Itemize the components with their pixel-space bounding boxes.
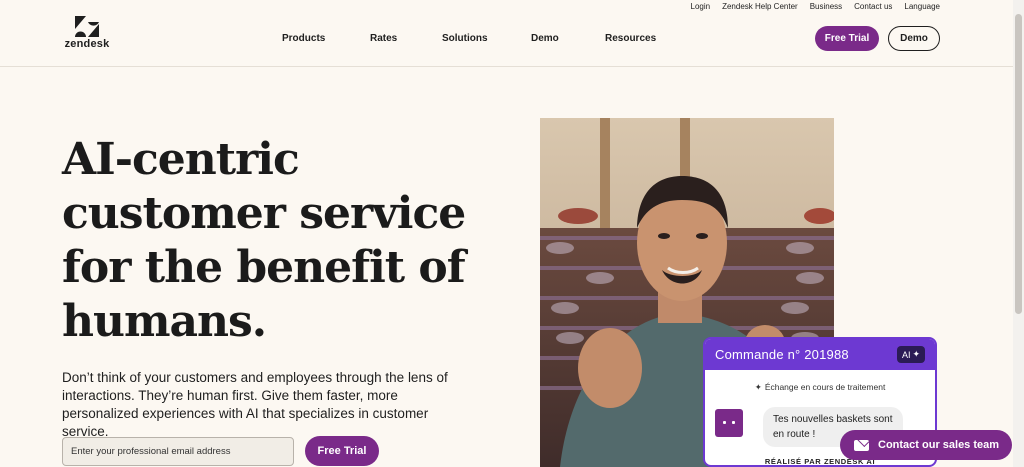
- sparkle-icon: ✦: [912, 349, 920, 359]
- contact-sales-button[interactable]: Contact our sales team: [840, 430, 1012, 460]
- chat-status-text: Échange en cours de traitement: [764, 382, 886, 392]
- mail-icon: [854, 439, 869, 451]
- business-link[interactable]: Business: [810, 2, 842, 11]
- header-divider: [0, 66, 1024, 67]
- hero-headline: AI-centric customer service for the bene…: [62, 133, 532, 349]
- chat-card-header: Commande n° 201988 AI ✦: [705, 339, 935, 370]
- help-center-link[interactable]: Zendesk Help Center: [722, 2, 798, 11]
- headline-line: humans.: [62, 296, 267, 347]
- nav-solutions[interactable]: Solutions: [442, 33, 488, 44]
- contact-sales-label: Contact our sales team: [878, 439, 1000, 451]
- hero-subheadline: Don’t think of your customers and employ…: [62, 370, 448, 439]
- ai-badge-label: AI: [901, 349, 911, 360]
- header-demo-button[interactable]: Demo: [888, 26, 940, 51]
- hero-free-trial-button[interactable]: Free Trial: [305, 436, 379, 466]
- sparkle-icon: ✦: [754, 382, 762, 392]
- header-free-trial-button[interactable]: Free Trial: [815, 26, 879, 51]
- utility-nav: Login Zendesk Help Center Business Conta…: [691, 2, 940, 11]
- login-link[interactable]: Login: [691, 2, 711, 11]
- ai-badge: AI ✦: [896, 346, 925, 363]
- headline-line: customer service: [62, 188, 466, 239]
- chat-status: ✦ Échange en cours de traitement: [705, 382, 935, 393]
- scrollbar[interactable]: [1013, 0, 1024, 467]
- contact-us-link[interactable]: Contact us: [854, 2, 892, 11]
- bot-avatar-icon: [715, 409, 743, 437]
- order-title: Commande n° 201988: [715, 347, 849, 362]
- nav-demo[interactable]: Demo: [531, 33, 559, 44]
- headline-line: AI-centric: [62, 134, 300, 185]
- language-link[interactable]: Language: [904, 2, 940, 11]
- nav-rates[interactable]: Rates: [370, 33, 397, 44]
- email-input[interactable]: [62, 437, 294, 466]
- scrollbar-thumb[interactable]: [1015, 14, 1022, 314]
- nav-resources[interactable]: Resources: [605, 33, 656, 44]
- nav-products[interactable]: Products: [282, 33, 325, 44]
- headline-line: for the benefit of: [62, 242, 466, 293]
